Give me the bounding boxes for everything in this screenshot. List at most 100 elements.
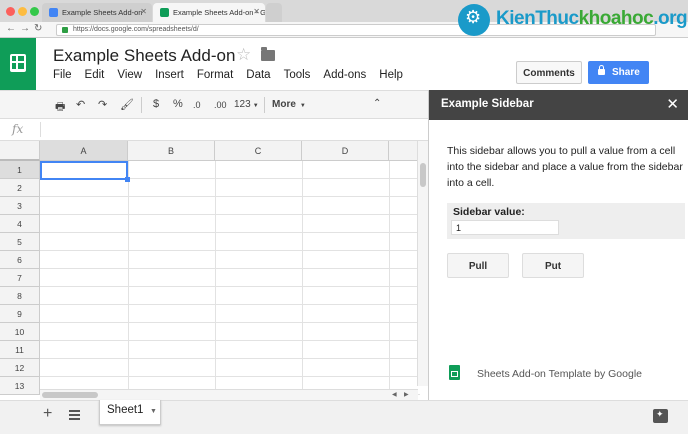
row-header[interactable]: 13 bbox=[0, 377, 40, 395]
close-window-icon[interactable] bbox=[6, 7, 15, 16]
more-button[interactable]: More ▼ bbox=[272, 99, 306, 110]
reload-icon[interactable]: ↻ bbox=[34, 23, 42, 34]
collapse-chevron-up-icon[interactable]: ⌃ bbox=[373, 98, 381, 109]
more-formats-button[interactable]: 123 ▼ bbox=[234, 99, 259, 110]
sheets-file-icon bbox=[449, 365, 460, 380]
row-header[interactable]: 2 bbox=[0, 179, 40, 197]
maximize-window-icon[interactable] bbox=[30, 7, 39, 16]
selected-cell-a1[interactable] bbox=[40, 161, 130, 182]
minimize-window-icon[interactable] bbox=[18, 7, 27, 16]
scroll-right-icon[interactable]: ▶ bbox=[404, 391, 409, 398]
grid-line bbox=[302, 161, 303, 400]
row-header[interactable]: 3 bbox=[0, 197, 40, 215]
scroll-left-icon[interactable]: ◀ bbox=[392, 391, 397, 398]
column-header-b[interactable]: B bbox=[128, 141, 215, 161]
menu-bar: File Edit View Insert Format Data Tools … bbox=[53, 69, 416, 81]
row-header[interactable]: 6 bbox=[0, 251, 40, 269]
new-tab-button[interactable] bbox=[266, 3, 282, 22]
increase-decimal-button[interactable]: .00 bbox=[214, 100, 227, 110]
format-currency-button[interactable]: $ bbox=[153, 98, 159, 110]
pull-button[interactable]: Pull bbox=[447, 253, 509, 278]
table-row[interactable] bbox=[40, 305, 420, 323]
table-row[interactable] bbox=[40, 179, 420, 197]
watermark-logo: KienThuckhoahoc.org bbox=[458, 2, 688, 40]
watermark-text: KienThuckhoahoc.org bbox=[496, 8, 688, 29]
add-sheet-icon[interactable]: + bbox=[43, 405, 52, 423]
row-header[interactable]: 1 bbox=[0, 161, 40, 179]
menu-format[interactable]: Format bbox=[197, 69, 233, 81]
url-text: https://docs.google.com/spreadsheets/d/ bbox=[73, 26, 199, 33]
menu-edit[interactable]: Edit bbox=[85, 69, 105, 81]
table-row[interactable] bbox=[40, 197, 420, 215]
row-header[interactable]: 8 bbox=[0, 287, 40, 305]
print-icon[interactable]: 🖶 bbox=[55, 98, 65, 117]
undo-icon[interactable]: ↶ bbox=[76, 98, 85, 111]
menu-data[interactable]: Data bbox=[246, 69, 270, 81]
function-icon: fx bbox=[12, 122, 24, 136]
sheet-tab-label: Sheet1 bbox=[107, 404, 144, 416]
decrease-decimal-button[interactable]: .0 bbox=[193, 100, 201, 110]
table-row[interactable] bbox=[40, 269, 420, 287]
column-header-d[interactable]: D bbox=[302, 141, 389, 161]
lock-icon bbox=[598, 65, 605, 75]
table-row[interactable] bbox=[40, 359, 420, 377]
chevron-down-icon: ▼ bbox=[299, 103, 306, 109]
table-row[interactable] bbox=[40, 233, 420, 251]
table-row[interactable] bbox=[40, 341, 420, 359]
caret-down-icon[interactable]: ▼ bbox=[150, 408, 157, 415]
menu-file[interactable]: File bbox=[53, 69, 72, 81]
select-all-corner[interactable] bbox=[0, 141, 40, 161]
vertical-scrollbar[interactable] bbox=[417, 141, 428, 386]
folder-icon[interactable] bbox=[261, 47, 275, 61]
column-header-a[interactable]: A bbox=[40, 141, 128, 161]
table-row[interactable] bbox=[40, 251, 420, 269]
row-header[interactable]: 12 bbox=[0, 359, 40, 377]
comments-button[interactable]: Comments bbox=[516, 61, 582, 84]
sheet-tab-sheet1[interactable]: Sheet1 ▼ bbox=[99, 400, 161, 425]
row-header[interactable]: 7 bbox=[0, 269, 40, 287]
row-header[interactable]: 10 bbox=[0, 323, 40, 341]
table-row[interactable] bbox=[40, 215, 420, 233]
put-button[interactable]: Put bbox=[522, 253, 584, 278]
explore-icon[interactable] bbox=[653, 409, 668, 423]
table-row[interactable] bbox=[40, 287, 420, 305]
all-sheets-list-icon[interactable] bbox=[69, 410, 80, 420]
sidebar-footer: Sheets Add-on Template by Google bbox=[449, 365, 642, 380]
menu-view[interactable]: View bbox=[117, 69, 142, 81]
row-header[interactable]: 11 bbox=[0, 341, 40, 359]
menu-help[interactable]: Help bbox=[379, 69, 403, 81]
paint-format-icon[interactable]: 🖌 bbox=[120, 98, 134, 111]
grid-line bbox=[215, 161, 216, 400]
close-tab-icon[interactable]: ✕ bbox=[253, 7, 260, 16]
document-title[interactable]: Example Sheets Add-on bbox=[53, 46, 235, 66]
browser-tab-1[interactable]: Example Sheets Add-on ✕ bbox=[42, 3, 152, 22]
formula-input[interactable] bbox=[44, 121, 414, 138]
menu-tools[interactable]: Tools bbox=[284, 69, 311, 81]
scroll-thumb[interactable] bbox=[42, 392, 98, 398]
close-icon[interactable]: ✕ bbox=[666, 95, 679, 113]
star-icon[interactable]: ☆ bbox=[236, 45, 251, 65]
docs-favicon-icon bbox=[49, 8, 58, 17]
row-header[interactable]: 4 bbox=[0, 215, 40, 233]
sidebar-description: This sidebar allows you to pull a value … bbox=[447, 145, 683, 189]
chevron-down-icon: ▼ bbox=[252, 103, 259, 109]
row-header[interactable]: 5 bbox=[0, 233, 40, 251]
menu-add-ons[interactable]: Add-ons bbox=[323, 69, 366, 81]
scroll-thumb[interactable] bbox=[420, 163, 426, 187]
menu-insert[interactable]: Insert bbox=[155, 69, 184, 81]
browser-tab-2[interactable]: Example Sheets Add-on - Goo ✕ bbox=[153, 3, 265, 22]
sidebar-value-input[interactable] bbox=[451, 220, 559, 235]
sheets-logo[interactable] bbox=[0, 38, 36, 90]
sidebar-header: Example Sidebar ✕ bbox=[429, 90, 688, 120]
back-arrow-icon[interactable]: ← bbox=[6, 23, 16, 34]
column-header-c[interactable]: C bbox=[215, 141, 302, 161]
table-row[interactable] bbox=[40, 323, 420, 341]
share-button[interactable]: Share bbox=[588, 61, 649, 84]
forward-arrow-icon[interactable]: → bbox=[20, 23, 30, 34]
redo-icon[interactable]: ↷ bbox=[98, 98, 107, 111]
close-tab-icon[interactable]: ✕ bbox=[140, 7, 147, 16]
grid-line bbox=[389, 161, 390, 400]
horizontal-scrollbar[interactable]: ◀ ▶ bbox=[40, 389, 418, 400]
row-header[interactable]: 9 bbox=[0, 305, 40, 323]
format-percent-button[interactable]: % bbox=[173, 98, 183, 110]
